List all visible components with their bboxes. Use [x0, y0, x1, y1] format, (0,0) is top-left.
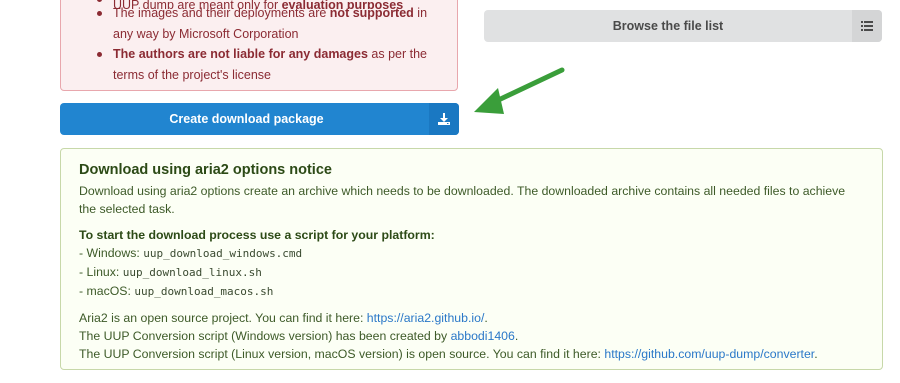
converter-github-link[interactable]: https://github.com/uup-dump/converter	[604, 347, 814, 361]
aria2-notice: Download using aria2 options notice Down…	[60, 148, 883, 370]
create-download-package-button[interactable]: Create download package	[60, 103, 459, 135]
browse-file-list-button[interactable]: Browse the file list	[484, 10, 882, 42]
script-filename: uup_download_macos.sh	[134, 285, 274, 298]
script-filename: uup_download_windows.cmd	[143, 247, 303, 260]
script-platform: - macOS:	[79, 284, 135, 298]
abbodi1406-link[interactable]: abbodi1406	[451, 329, 515, 343]
punctuation: .	[484, 311, 488, 325]
punctuation: .	[814, 347, 818, 361]
notice-description: Download using aria2 options create an a…	[79, 184, 846, 216]
warning-message: UUP dump are meant only for evaluation p…	[60, 0, 458, 91]
warning-list: UUP dump are meant only for evaluation p…	[95, 0, 441, 85]
script-item-windows: - Windows: uup_download_windows.cmd	[79, 244, 864, 263]
platform-heading: To start the download process use a scri…	[79, 228, 435, 242]
warning-item-text: The images and their deployments are	[113, 6, 330, 20]
notice-title: Download using aria2 options notice	[79, 162, 332, 178]
conversion-windows-text: The UUP Conversion script (Windows versi…	[79, 329, 451, 343]
warning-item-bold: The authors are not liable for any damag…	[113, 47, 368, 61]
list-icon	[852, 10, 882, 42]
script-platform: - Linux:	[79, 265, 123, 279]
warning-item: The authors are not liable for any damag…	[95, 44, 441, 85]
conversion-linux-info: The UUP Conversion script (Linux version…	[79, 345, 864, 363]
punctuation: .	[514, 329, 519, 343]
aria2-info: Aria2 is an open source project. You can…	[79, 309, 864, 327]
script-list: - Windows: uup_download_windows.cmd - Li…	[79, 244, 864, 301]
create-download-package-label: Create download package	[169, 112, 324, 126]
source-info: Aria2 is an open source project. You can…	[79, 309, 864, 363]
conversion-windows-info: The UUP Conversion script (Windows versi…	[79, 327, 864, 345]
script-item-macos: - macOS: uup_download_macos.sh	[79, 282, 864, 301]
download-icon	[429, 103, 459, 135]
aria2-text: Aria2 is an open source project. You can…	[79, 311, 367, 325]
conversion-linux-text: The UUP Conversion script (Linux version…	[79, 347, 605, 361]
warning-item-bold: not supported	[329, 6, 414, 20]
script-platform: - Windows:	[79, 246, 144, 260]
script-item-linux: - Linux: uup_download_linux.sh	[79, 263, 864, 282]
aria2-link[interactable]: https://aria2.github.io/	[367, 311, 485, 325]
arrow-pointer-icon	[474, 67, 565, 114]
warning-item: The images and their deployments are not…	[95, 3, 441, 44]
page: UUP dump are meant only for evaluation p…	[0, 0, 900, 383]
script-filename: uup_download_linux.sh	[122, 266, 262, 279]
browse-file-list-label: Browse the file list	[612, 19, 724, 33]
